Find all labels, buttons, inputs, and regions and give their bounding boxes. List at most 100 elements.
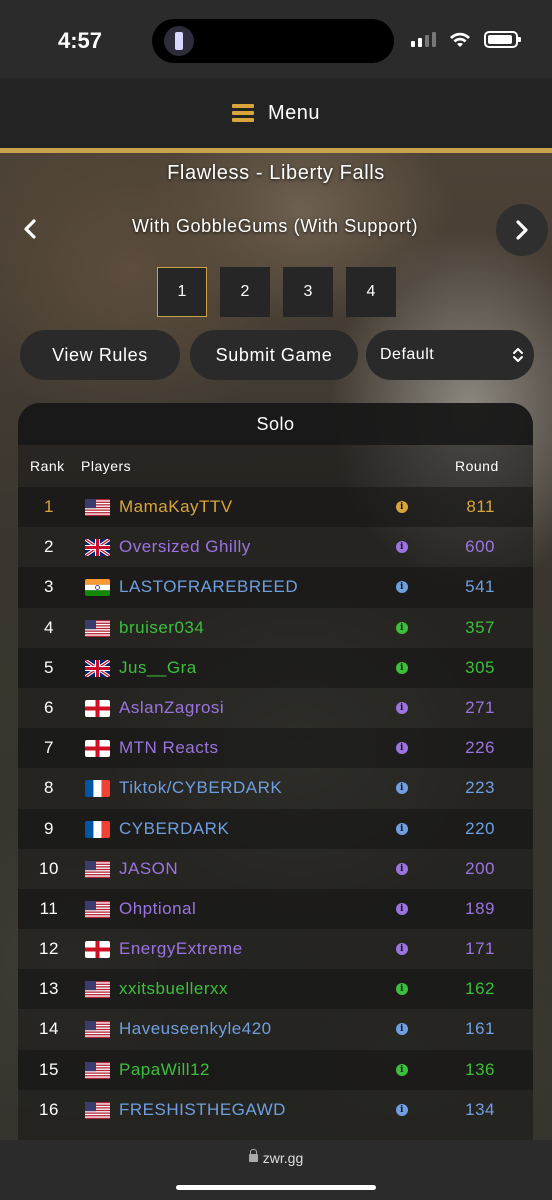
table-row[interactable]: 11 Ohptional i 189 (18, 888, 533, 930)
sort-select[interactable]: Default (366, 330, 534, 380)
browser-address-bar[interactable]: zwr.gg (0, 1140, 552, 1200)
table-row[interactable]: 7 MTN Reacts i 226 (18, 728, 533, 769)
player-name-link[interactable]: LASTOFRAREBREED (119, 577, 298, 597)
country-flag-icon (85, 699, 110, 717)
table-row[interactable]: 4 bruiser034 i 357 (18, 608, 533, 648)
round-cell: 271 (465, 697, 495, 717)
table-row[interactable]: 2 Oversized Ghilly i 600 (18, 527, 533, 567)
rank-cell: 5 (44, 657, 54, 677)
table-row[interactable]: 10 JASON i 200 (18, 849, 533, 889)
round-cell: 226 (465, 738, 495, 758)
page-button-2[interactable]: 2 (220, 267, 270, 317)
player-name-link[interactable]: Haveuseenkyle420 (119, 1019, 272, 1039)
info-icon[interactable]: i (396, 902, 408, 915)
page-button-4[interactable]: 4 (346, 267, 396, 317)
rank-cell: 8 (44, 778, 54, 798)
player-name-link[interactable]: CYBERDARK (119, 819, 229, 839)
round-cell: 136 (465, 1059, 495, 1079)
info-icon[interactable]: i (396, 943, 408, 956)
table-row[interactable]: 5 Jus__Gra i 305 (18, 647, 533, 688)
next-category-button[interactable] (496, 204, 548, 256)
player-name-link[interactable]: bruiser034 (119, 618, 204, 638)
country-flag-icon (85, 941, 110, 959)
rank-cell: 15 (39, 1059, 59, 1079)
flashlight-icon (164, 26, 194, 56)
round-cell: 357 (465, 617, 495, 637)
rank-cell: 1 (44, 497, 54, 516)
info-icon[interactable]: i (396, 661, 408, 674)
info-icon[interactable]: i (396, 822, 408, 835)
round-cell: 189 (465, 898, 495, 918)
info-icon[interactable]: i (396, 1103, 408, 1116)
info-icon[interactable]: i (396, 1063, 408, 1076)
url-text[interactable]: zwr.gg (263, 1150, 303, 1166)
country-flag-icon (85, 900, 110, 918)
player-name-link[interactable]: Tiktok/CYBERDARK (119, 778, 282, 798)
table-row[interactable]: 8 Tiktok/CYBERDARK i 223 (18, 768, 533, 808)
info-icon[interactable]: i (396, 742, 408, 755)
info-icon[interactable]: i (396, 541, 408, 554)
table-row[interactable]: 1 MamaKayTTV i 811 (18, 487, 533, 528)
sort-select-value: Default (380, 346, 435, 363)
player-name-link[interactable]: xxitsbuellerxx (119, 979, 228, 999)
table-row[interactable]: 15 PapaWill12 i 136 (18, 1049, 533, 1090)
leaderboard-group-title: Solo (18, 403, 533, 445)
wifi-icon (450, 32, 470, 47)
player-name-link[interactable]: AslanZagrosi (119, 698, 224, 718)
round-cell: 811 (466, 497, 495, 516)
battery-icon (484, 31, 521, 48)
rank-cell: 12 (39, 939, 59, 959)
player-name-link[interactable]: MTN Reacts (119, 738, 218, 758)
player-name-link[interactable]: Oversized Ghilly (119, 537, 251, 557)
view-rules-button[interactable]: View Rules (20, 330, 180, 380)
round-cell: 134 (465, 1099, 495, 1119)
player-name-link[interactable]: EnergyExtreme (119, 939, 243, 959)
round-cell: 171 (465, 939, 495, 959)
submit-game-button[interactable]: Submit Game (190, 330, 358, 380)
country-flag-icon (85, 539, 110, 557)
page-button-3[interactable]: 3 (283, 267, 333, 317)
country-flag-icon (85, 740, 110, 758)
status-bar: 4:57 (0, 0, 552, 78)
menu-label[interactable]: Menu (268, 102, 320, 125)
player-name-link[interactable]: Ohptional (119, 899, 196, 919)
info-icon[interactable]: i (396, 983, 408, 996)
leaderboard-column-headers: Rank Players Round (18, 445, 533, 487)
info-icon[interactable]: i (396, 1023, 408, 1036)
round-cell: 223 (465, 778, 495, 798)
status-time: 4:57 (58, 28, 103, 53)
hamburger-icon[interactable] (231, 104, 254, 122)
table-row[interactable]: 3 LASTOFRAREBREED i 541 (18, 567, 533, 608)
player-name-link[interactable]: Jus__Gra (119, 658, 197, 678)
player-name-link[interactable]: MamaKayTTV (119, 497, 233, 517)
info-icon[interactable]: i (396, 782, 408, 795)
info-icon[interactable]: i (396, 581, 408, 594)
info-icon[interactable]: i (396, 501, 408, 513)
country-flag-icon (85, 1061, 110, 1079)
rank-cell: 2 (44, 537, 54, 557)
table-row[interactable]: 12 EnergyExtreme i 171 (18, 929, 533, 969)
info-icon[interactable]: i (396, 621, 408, 634)
category-switcher: With GobbleGums (With Support) (0, 202, 552, 256)
page-button-1[interactable]: 1 (157, 267, 207, 317)
previous-category-button[interactable] (18, 216, 42, 242)
pagination: 1 2 3 4 (157, 267, 396, 317)
accent-divider (0, 148, 552, 153)
updown-chevron-icon (513, 348, 523, 362)
top-menu-bar[interactable]: Menu (0, 78, 552, 148)
chevron-right-icon (516, 220, 528, 240)
info-icon[interactable]: i (396, 862, 408, 875)
info-icon[interactable]: i (396, 701, 408, 714)
player-name-link[interactable]: JASON (119, 859, 178, 879)
country-flag-icon (85, 860, 110, 878)
table-row[interactable]: 13 xxitsbuellerxx i 162 (18, 969, 533, 1010)
table-row[interactable]: 9 CYBERDARK i 220 (18, 808, 533, 849)
rank-cell: 11 (39, 898, 59, 918)
rank-cell: 9 (44, 818, 54, 838)
player-name-link[interactable]: FRESHISTHEGAWD (119, 1100, 286, 1120)
leaderboard-rows: 1 MamaKayTTV i 811 2 Oversized Ghilly i 600 3 LAS… (18, 487, 533, 1130)
player-name-link[interactable]: PapaWill12 (119, 1060, 210, 1080)
table-row[interactable]: 6 AslanZagrosi i 271 (18, 688, 533, 728)
table-row[interactable]: 16 FRESHISTHEGAWD i 134 (18, 1090, 533, 1130)
table-row[interactable]: 14 Haveuseenkyle420 i 161 (18, 1009, 533, 1049)
